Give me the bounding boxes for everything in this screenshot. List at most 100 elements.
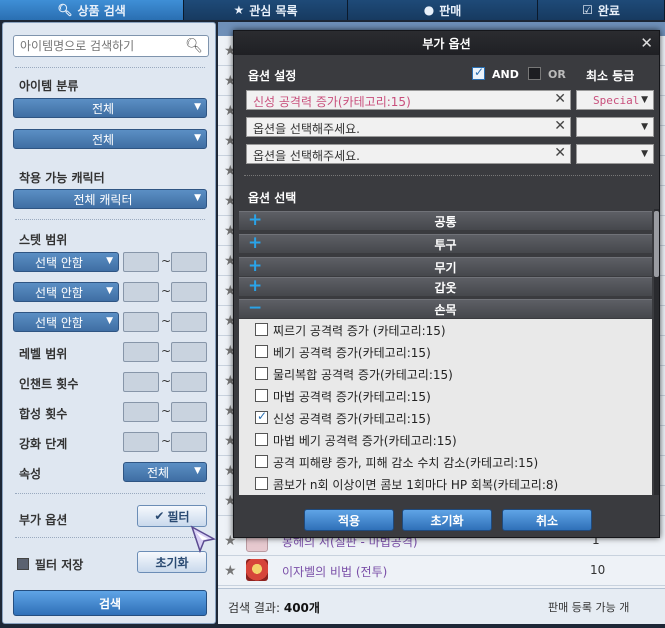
close-icon[interactable]: ✕ (554, 145, 566, 161)
stat-select-2[interactable]: 선택 안함 ▼ (13, 282, 119, 302)
attribute-select[interactable]: 전체 ▼ (123, 462, 207, 482)
enchant-max[interactable] (171, 372, 207, 392)
option-row-1[interactable]: 신성 공격력 증가(카테고리:15) ✕ (246, 90, 571, 110)
grade-select-2[interactable]: ▼ (576, 117, 654, 137)
category-select-1[interactable]: 전체 ▼ (13, 98, 207, 118)
star-icon[interactable]: ★ (224, 563, 237, 579)
option-checkbox[interactable] (255, 345, 268, 358)
chevron-down-icon: ▼ (194, 466, 201, 476)
range-tilde: ~ (161, 284, 172, 298)
extra-option-modal: 부가 옵션 ✕ 옵션 설정 AND OR 최소 등급 신성 공격력 증가(카테고… (233, 30, 660, 538)
option-checkbox-checked[interactable] (255, 409, 268, 424)
item-thumbnail (246, 559, 268, 581)
close-icon[interactable]: ✕ (640, 34, 653, 52)
check-icon: ✔ (154, 509, 165, 523)
chevron-down-icon: ▼ (194, 133, 201, 143)
apply-button[interactable]: 적용 (304, 509, 394, 531)
table-row[interactable]: ★ 이자벨의 비법 (전투) 10 (218, 556, 665, 586)
category-helmet[interactable]: + 투구 (239, 233, 652, 253)
tab-sell[interactable]: ● 판매 (348, 0, 538, 20)
filter-reset-button[interactable]: 초기화 (137, 551, 207, 573)
chevron-down-icon: ▼ (641, 122, 648, 132)
search-button[interactable]: 검색 (13, 590, 207, 616)
item-category-label: 아이템 분류 (19, 79, 79, 93)
option-checkbox[interactable] (255, 389, 268, 402)
category-select-2[interactable]: 전체 ▼ (13, 129, 207, 149)
chevron-down-icon: ▼ (641, 95, 648, 105)
option-label: 물리복합 공격력 증가(카테고리:15) (273, 368, 453, 382)
stat-select-1[interactable]: 선택 안함 ▼ (13, 252, 119, 272)
filter-button[interactable]: ✔ 필터 (137, 505, 207, 527)
grade-select-1[interactable]: Special ▼ (576, 90, 654, 110)
option-row-2[interactable]: 옵션을 선택해주세요. ✕ (246, 117, 571, 137)
scrollbar-thumb[interactable] (654, 211, 659, 277)
star-icon: ★ (233, 3, 245, 17)
item-search-input[interactable] (20, 38, 180, 54)
stat-min-1[interactable] (123, 252, 159, 272)
close-icon[interactable]: ✕ (554, 118, 566, 134)
cancel-button[interactable]: 취소 (502, 509, 592, 531)
tab-watchlist[interactable]: ★ 관심 목록 (184, 0, 348, 20)
search-icon[interactable]: 🔍︎ (185, 38, 203, 54)
character-select[interactable]: 전체 캐릭터 ▼ (13, 189, 207, 209)
stat-min-2[interactable] (123, 282, 159, 302)
stat-max-2[interactable] (171, 282, 207, 302)
filter-panel: 🔍︎ 아이템 분류 전체▼ 전체▼ 착용 가능 캐릭터 전체 캐릭터▼ 스텟 범… (2, 22, 216, 624)
mouse-cursor-icon (190, 525, 217, 553)
category-common[interactable]: + 공통 (239, 210, 652, 230)
range-tilde: ~ (161, 314, 172, 328)
modal-reset-button[interactable]: 초기화 (402, 509, 492, 531)
divider (15, 67, 205, 68)
plus-icon: + (248, 276, 263, 296)
option-checkbox[interactable] (255, 323, 268, 336)
grade-select-3[interactable]: ▼ (576, 144, 654, 164)
reinforce-max[interactable] (171, 432, 207, 452)
option-label: 콤보가 n회 이상이면 콤보 1회마다 HP 회복(카테고리:8) (273, 478, 559, 492)
option-checkbox[interactable] (255, 477, 268, 490)
check-icon: ☑ (582, 3, 593, 17)
footer-hint: 판매 등록 가능 개 (548, 601, 630, 614)
option-checkbox[interactable] (255, 455, 268, 468)
tab-completed[interactable]: ☑ 완료 (538, 0, 665, 20)
character-label: 착용 가능 캐릭터 (19, 171, 105, 185)
range-tilde: ~ (161, 374, 172, 388)
tab-product-search[interactable]: 🔍︎ 상품 검색 (0, 0, 184, 20)
synthesis-count-label: 합성 횟수 (19, 407, 68, 421)
search-icon: 🔍︎ (57, 3, 73, 17)
modal-title: 부가 옵션 (422, 36, 471, 51)
enchant-min[interactable] (123, 372, 159, 392)
level-max[interactable] (171, 342, 207, 362)
category-weapon[interactable]: + 무기 (239, 256, 652, 276)
synthesis-min[interactable] (123, 402, 159, 422)
save-filter-checkbox[interactable] (17, 558, 29, 570)
option-label: 공격 피해량 증가, 피해 감소 수치 감소(카테고리:15) (273, 456, 539, 470)
stat-select-3[interactable]: 선택 안함 ▼ (13, 312, 119, 332)
option-scrollbar[interactable] (654, 209, 659, 495)
option-checkbox[interactable] (255, 433, 268, 446)
category-wrist[interactable]: − 손목 (239, 298, 652, 318)
divider (15, 537, 205, 538)
synthesis-max[interactable] (171, 402, 207, 422)
option-label: 마법 베기 공격력 증가(카테고리:15) (273, 434, 457, 448)
and-checkbox[interactable] (472, 65, 485, 80)
stat-range-label: 스텟 범위 (19, 233, 68, 247)
item-name[interactable]: 이자벨의 비법 (전투) (282, 563, 387, 580)
level-min[interactable] (123, 342, 159, 362)
stat-max-1[interactable] (171, 252, 207, 272)
stat-min-3[interactable] (123, 312, 159, 332)
close-icon[interactable]: ✕ (554, 91, 566, 107)
option-checkbox[interactable] (255, 367, 268, 380)
option-label: 찌르기 공격력 증가 (카테고리:15) (273, 324, 446, 338)
coin-icon: ● (423, 3, 435, 17)
divider (15, 493, 205, 494)
option-row-3[interactable]: 옵션을 선택해주세요. ✕ (246, 144, 571, 164)
chevron-down-icon: ▼ (194, 193, 201, 203)
stat-max-3[interactable] (171, 312, 207, 332)
enchant-count-label: 인챈트 횟수 (19, 377, 79, 391)
extra-option-label: 부가 옵션 (19, 513, 68, 527)
or-checkbox[interactable] (528, 67, 541, 80)
level-range-label: 레벨 범위 (19, 347, 68, 361)
category-armor[interactable]: + 갑옷 (239, 276, 652, 296)
item-search-box[interactable]: 🔍︎ (13, 35, 209, 57)
reinforce-min[interactable] (123, 432, 159, 452)
